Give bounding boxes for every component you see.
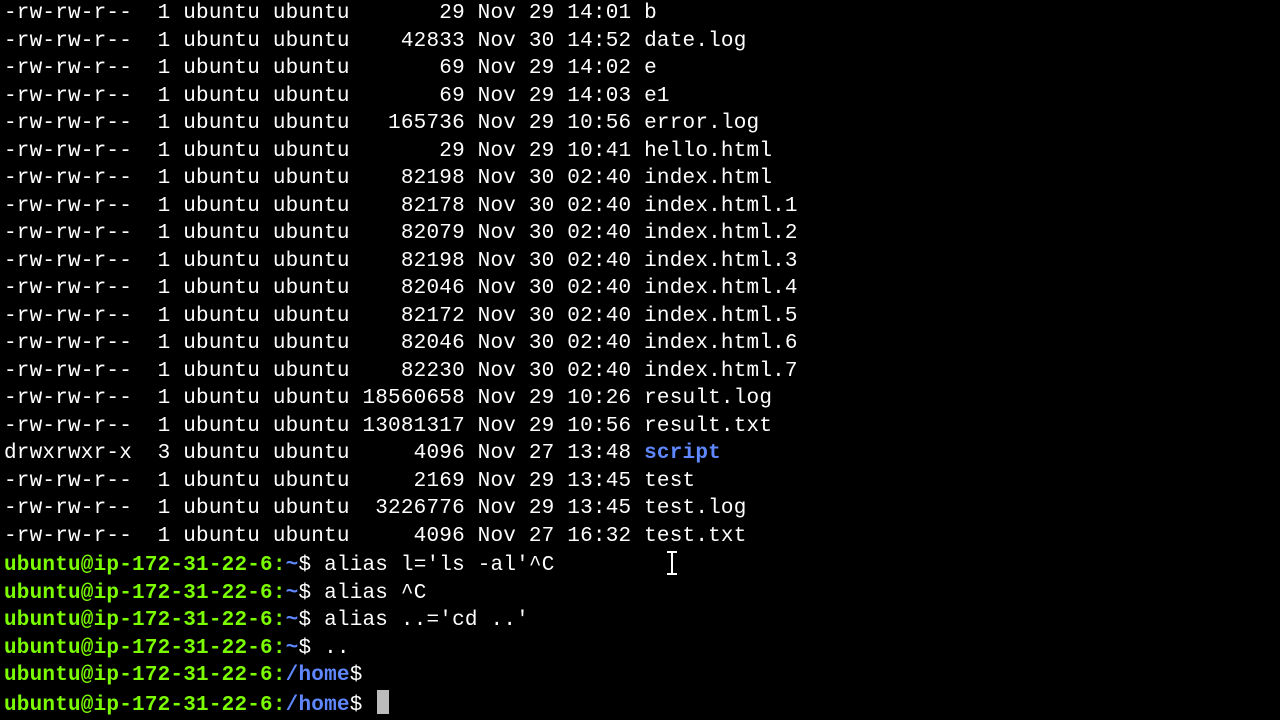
file-name: result.txt [644, 415, 772, 438]
prompt-path: ~ [286, 609, 299, 632]
prompt-user: ubuntu@ [4, 637, 94, 660]
ls-row: -rw-rw-r-- 1 ubuntu ubuntu 29 Nov 29 14:… [4, 0, 1276, 28]
ls-row: -rw-rw-r-- 1 ubuntu ubuntu 4096 Nov 27 1… [4, 523, 1276, 551]
terminal-output[interactable]: -rw-rw-r-- 1 ubuntu ubuntu 29 Nov 29 14:… [0, 0, 1280, 719]
file-name: e [644, 57, 657, 80]
ls-row: -rw-rw-r-- 1 ubuntu ubuntu 69 Nov 29 14:… [4, 55, 1276, 83]
file-name: test [644, 470, 695, 493]
prompt-dollar: $ [350, 664, 376, 687]
prompt-line: ubuntu@ip-172-31-22-6:/home$ [4, 690, 1276, 720]
ls-row: -rw-rw-r-- 1 ubuntu ubuntu 13081317 Nov … [4, 413, 1276, 441]
file-name: hello.html [644, 140, 772, 163]
prompt-path: ~ [286, 637, 299, 660]
file-name: index.html.2 [644, 222, 798, 245]
prompt-user: ubuntu@ [4, 582, 94, 605]
file-name: index.html.5 [644, 305, 798, 328]
prompt-path: /home [286, 694, 350, 717]
prompt-path: /home [286, 664, 350, 687]
prompt-user: ubuntu@ [4, 664, 94, 687]
prompt-dollar: $ [298, 554, 324, 577]
prompt-user: ubuntu@ [4, 609, 94, 632]
prompt-colon: : [273, 582, 286, 605]
prompt-host: ip-172-31-22-6 [94, 582, 273, 605]
prompt-dollar: $ [298, 582, 324, 605]
file-name: index.html.1 [644, 195, 798, 218]
prompt-path: ~ [286, 582, 299, 605]
block-cursor-icon [377, 690, 389, 714]
ls-row: -rw-rw-r-- 1 ubuntu ubuntu 82198 Nov 30 … [4, 248, 1276, 276]
prompt-line: ubuntu@ip-172-31-22-6:~$ .. [4, 635, 1276, 663]
prompt-user: ubuntu@ [4, 694, 94, 717]
ls-row: -rw-rw-r-- 1 ubuntu ubuntu 3226776 Nov 2… [4, 495, 1276, 523]
ls-row: -rw-rw-r-- 1 ubuntu ubuntu 82198 Nov 30 … [4, 165, 1276, 193]
prompt-colon: : [273, 637, 286, 660]
ls-row: -rw-rw-r-- 1 ubuntu ubuntu 29 Nov 29 10:… [4, 138, 1276, 166]
ls-row: -rw-rw-r-- 1 ubuntu ubuntu 69 Nov 29 14:… [4, 83, 1276, 111]
file-name: index.html.7 [644, 360, 798, 383]
prompt-line: ubuntu@ip-172-31-22-6:/home$ [4, 662, 1276, 690]
file-name: index.html.3 [644, 250, 798, 273]
file-name: b [644, 2, 657, 25]
prompt-host: ip-172-31-22-6 [94, 554, 273, 577]
prompt-dollar: $ [298, 609, 324, 632]
prompt-line: ubuntu@ip-172-31-22-6:~$ alias l='ls -al… [4, 550, 1276, 580]
ls-row: -rw-rw-r-- 1 ubuntu ubuntu 82046 Nov 30 … [4, 275, 1276, 303]
prompt-colon: : [273, 554, 286, 577]
text-cursor-icon [665, 550, 679, 576]
file-name: date.log [644, 30, 746, 53]
prompt-line: ubuntu@ip-172-31-22-6:~$ alias ..='cd ..… [4, 607, 1276, 635]
file-name: index.html [644, 167, 772, 190]
file-name: test.log [644, 497, 746, 520]
file-name: error.log [644, 112, 759, 135]
command-text[interactable]: alias ^C [324, 582, 426, 605]
prompt-line: ubuntu@ip-172-31-22-6:~$ alias ^C [4, 580, 1276, 608]
ls-row: -rw-rw-r-- 1 ubuntu ubuntu 2169 Nov 29 1… [4, 468, 1276, 496]
prompt-host: ip-172-31-22-6 [94, 609, 273, 632]
prompt-dollar: $ [350, 694, 376, 717]
prompt-user: ubuntu@ [4, 554, 94, 577]
command-text[interactable]: .. [324, 637, 350, 660]
ls-row: -rw-rw-r-- 1 ubuntu ubuntu 165736 Nov 29… [4, 110, 1276, 138]
file-name: result.log [644, 387, 772, 410]
ls-row: -rw-rw-r-- 1 ubuntu ubuntu 82079 Nov 30 … [4, 220, 1276, 248]
file-name: test.txt [644, 525, 746, 548]
file-name: index.html.6 [644, 332, 798, 355]
command-text[interactable]: alias ..='cd ..' [324, 609, 529, 632]
file-name: index.html.4 [644, 277, 798, 300]
prompt-colon: : [273, 609, 286, 632]
ls-row: -rw-rw-r-- 1 ubuntu ubuntu 82230 Nov 30 … [4, 358, 1276, 386]
ls-row: -rw-rw-r-- 1 ubuntu ubuntu 42833 Nov 30 … [4, 28, 1276, 56]
prompt-colon: : [273, 694, 286, 717]
prompt-dollar: $ [298, 637, 324, 660]
prompt-host: ip-172-31-22-6 [94, 694, 273, 717]
file-name: e1 [644, 85, 670, 108]
command-text[interactable]: alias l='ls -al'^C [324, 554, 554, 577]
dir-name: script [644, 442, 721, 465]
prompt-path: ~ [286, 554, 299, 577]
prompt-host: ip-172-31-22-6 [94, 637, 273, 660]
prompt-colon: : [273, 664, 286, 687]
ls-row: -rw-rw-r-- 1 ubuntu ubuntu 18560658 Nov … [4, 385, 1276, 413]
ls-row: -rw-rw-r-- 1 ubuntu ubuntu 82178 Nov 30 … [4, 193, 1276, 221]
ls-row: -rw-rw-r-- 1 ubuntu ubuntu 82046 Nov 30 … [4, 330, 1276, 358]
prompt-host: ip-172-31-22-6 [94, 664, 273, 687]
ls-row: -rw-rw-r-- 1 ubuntu ubuntu 82172 Nov 30 … [4, 303, 1276, 331]
ls-row: drwxrwxr-x 3 ubuntu ubuntu 4096 Nov 27 1… [4, 440, 1276, 468]
